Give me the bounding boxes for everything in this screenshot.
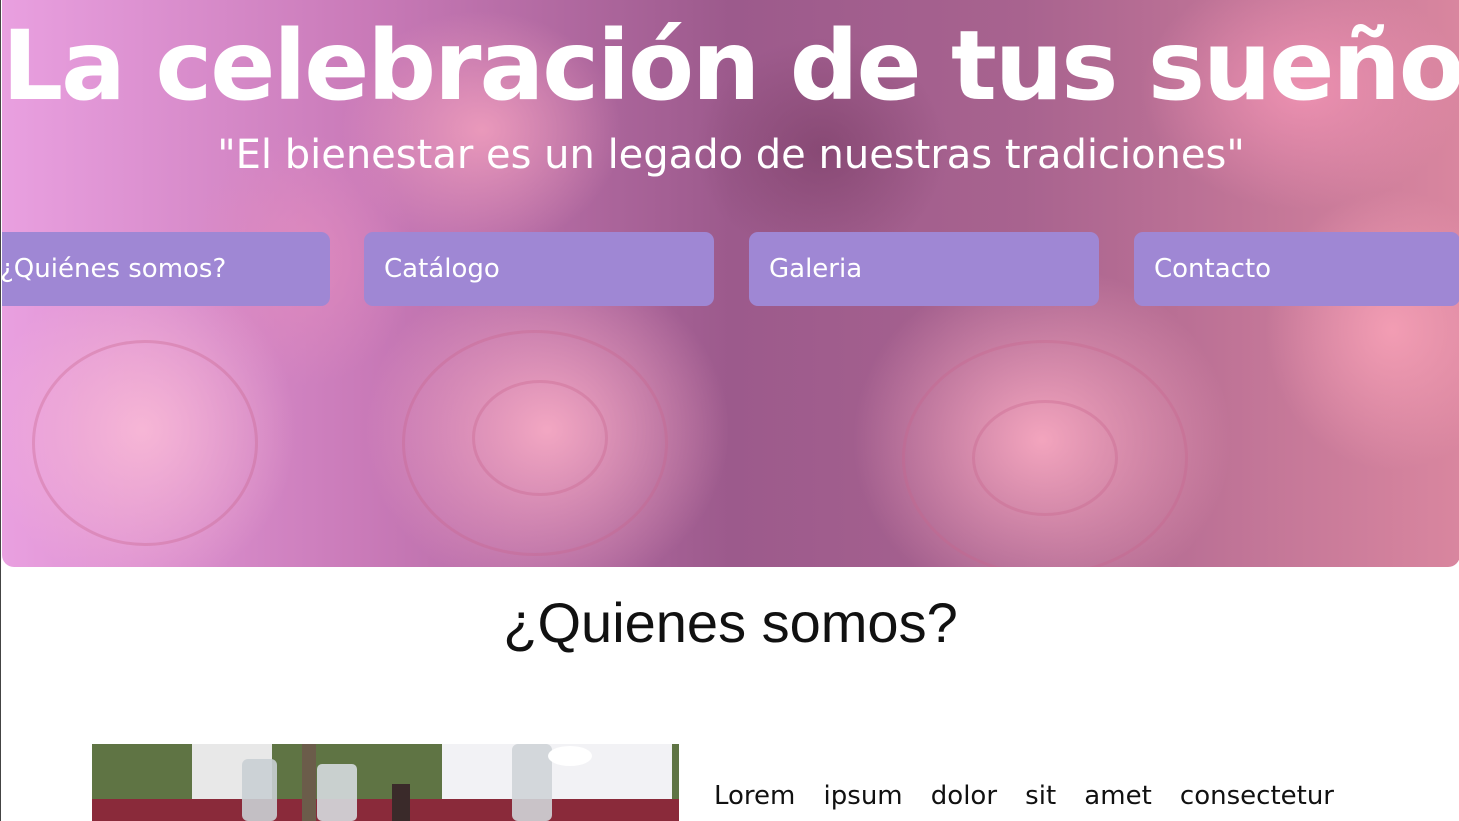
nav-button-label: Catálogo <box>384 254 500 284</box>
nav-button-quienes-somos[interactable]: ¿Quiénes somos? <box>2 232 330 306</box>
about-photo <box>92 744 679 821</box>
nav-button-catalogo[interactable]: Catálogo <box>364 232 714 306</box>
hero-subtitle: "El bienestar es un legado de nuestras t… <box>217 132 1245 178</box>
about-photo-illustration <box>92 744 679 821</box>
hero-title: La celebración de tus sueños <box>2 10 1459 122</box>
nav-button-label: Contacto <box>1154 254 1272 284</box>
rose-decoration <box>472 380 608 496</box>
about-paragraph: Lorem ipsum dolor sit amet consectetur <box>714 781 1334 811</box>
nav-button-galeria[interactable]: Galeria <box>749 232 1099 306</box>
rose-decoration <box>32 340 258 546</box>
nav-button-label: Galeria <box>769 254 863 284</box>
section-title-quienes-somos: ¿Quienes somos? <box>503 591 958 654</box>
hero-banner: La celebración de tus sueños "El bienest… <box>2 0 1459 567</box>
nav-button-contacto[interactable]: Contacto <box>1134 232 1459 306</box>
nav-button-label: ¿Quiénes somos? <box>2 254 227 284</box>
rose-decoration <box>972 400 1118 516</box>
